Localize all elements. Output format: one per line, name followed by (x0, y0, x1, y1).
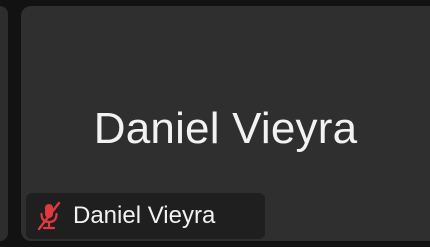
adjacent-participant-tile[interactable] (0, 6, 8, 241)
video-grid: Daniel Vieyra Daniel Vieyra (0, 0, 430, 247)
participant-tag-label: Daniel Vieyra (73, 202, 216, 229)
mic-off-icon (36, 201, 62, 231)
participant-display-name: Daniel Vieyra (93, 104, 358, 153)
participant-name-tag: Daniel Vieyra (26, 193, 265, 239)
